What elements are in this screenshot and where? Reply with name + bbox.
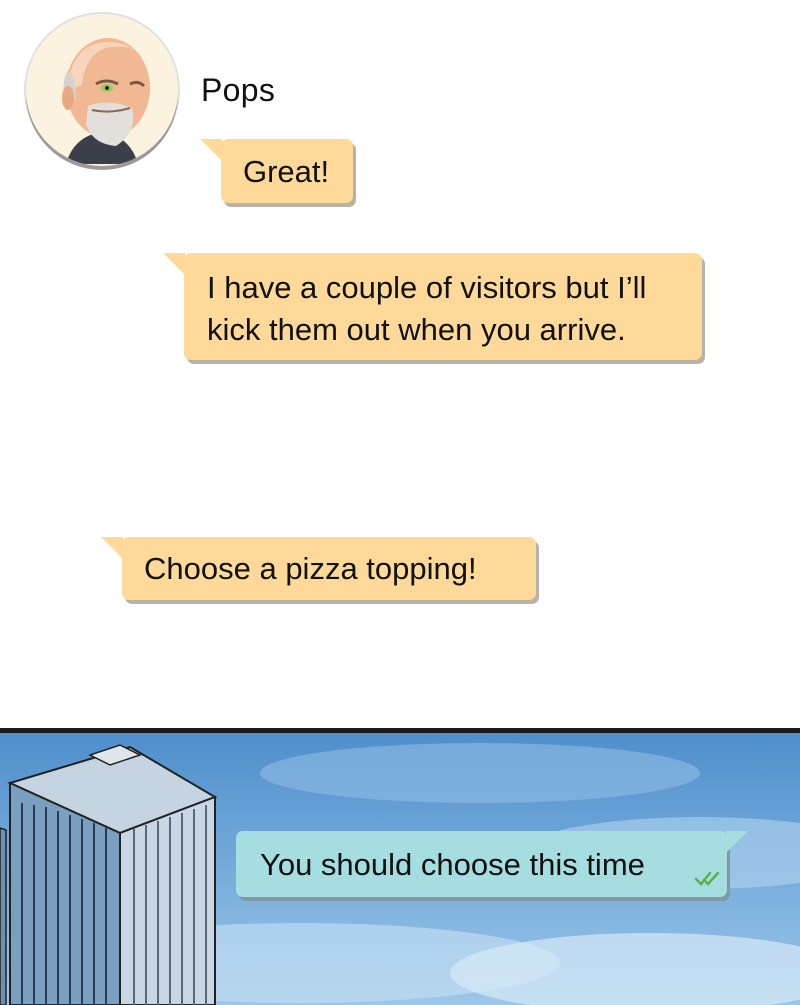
- avatar-portrait: [26, 14, 178, 166]
- message-text: Great!: [243, 154, 330, 189]
- message-text: Choose a pizza topping!: [144, 551, 477, 586]
- message-bubble[interactable]: Choose a pizza topping!: [101, 537, 536, 600]
- message-bubble-outgoing[interactable]: You should choose this time: [236, 831, 748, 897]
- avatar[interactable]: [26, 14, 178, 166]
- sender-name: Pops: [201, 72, 276, 108]
- message-text: You should choose this time: [260, 847, 645, 882]
- message-bubble[interactable]: Great!: [200, 139, 353, 203]
- bubble-tail: [726, 831, 748, 853]
- double-check-icon: [694, 871, 720, 886]
- bubble-tail: [163, 253, 185, 275]
- message-text: I have a couple of visitors but I’ll kic…: [207, 270, 647, 347]
- bubble-tail: [101, 537, 123, 559]
- bubble-tail: [200, 139, 222, 161]
- message-bubble[interactable]: I have a couple of visitors but I’ll kic…: [163, 253, 702, 360]
